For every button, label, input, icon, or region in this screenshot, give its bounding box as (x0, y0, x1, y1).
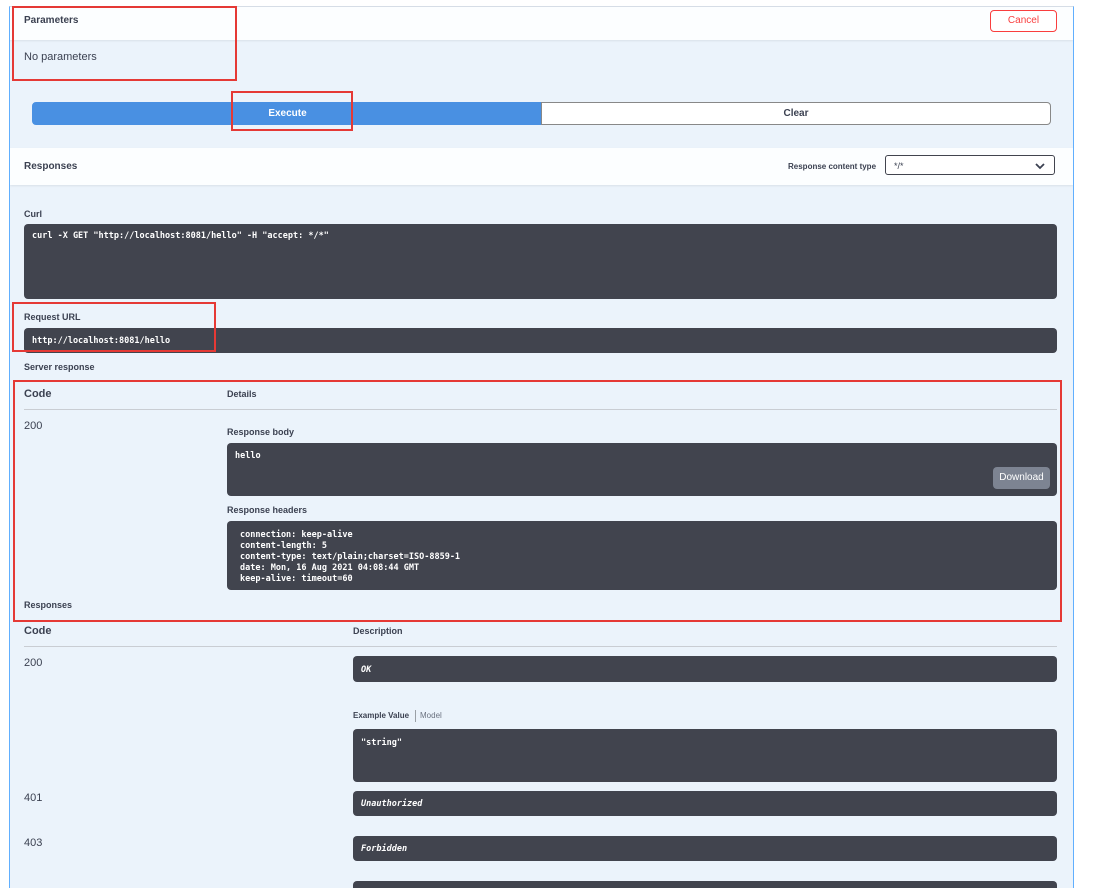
download-button[interactable]: Download (993, 467, 1050, 489)
response-headers-block[interactable]: connection: keep-alive content-length: 5… (227, 521, 1057, 590)
response-description-block: Forbidden (353, 836, 1057, 861)
response-content-type-select[interactable]: */* (885, 155, 1055, 175)
operation-panel: Parameters Cancel No parameters Execute … (9, 6, 1074, 888)
responses-code-header: Code (24, 625, 52, 637)
server-response-code: 200 (24, 420, 43, 432)
response-header-line: connection: keep-alive (240, 530, 353, 540)
no-parameters-text: No parameters (24, 51, 97, 63)
response-body-block[interactable]: hello (227, 443, 1057, 496)
server-response-details-header: Details (227, 389, 257, 399)
response-code-403: 403 (24, 837, 43, 849)
response-description-forbidden: Forbidden (361, 844, 408, 854)
server-response-label: Server response (24, 362, 95, 372)
request-url-value: http://localhost:8081/hello (32, 336, 171, 346)
tab-example-value[interactable]: Example Value (353, 711, 409, 720)
response-code-401: 401 (24, 792, 43, 804)
tab-model[interactable]: Model (420, 711, 442, 720)
response-header-line: date: Mon, 16 Aug 2021 04:08:44 GMT (240, 563, 420, 573)
response-description-block: Unauthorized (353, 791, 1057, 816)
response-body-text: hello (235, 451, 261, 461)
server-response-code-header: Code (24, 388, 52, 400)
execute-button[interactable]: Execute (32, 102, 543, 125)
example-value-text: "string" (361, 738, 402, 748)
request-url-label: Request URL (24, 312, 81, 322)
example-value-block[interactable]: "string" (353, 729, 1057, 782)
response-description-unauthorized: Unauthorized (361, 799, 423, 809)
response-code-200: 200 (24, 657, 43, 669)
chevron-down-icon (1035, 163, 1045, 170)
responses-title: Responses (24, 161, 78, 172)
responses-table-title: Responses (24, 600, 73, 610)
curl-command: curl -X GET "http://localhost:8081/hello… (32, 231, 329, 241)
response-header-line: content-type: text/plain;charset=ISO-885… (240, 552, 461, 562)
response-content-type-value: */* (894, 161, 904, 171)
responses-divider (24, 646, 1057, 647)
tab-divider (415, 710, 416, 722)
response-content-type-label: Response content type (788, 162, 877, 171)
response-header-line: keep-alive: timeout=60 (240, 574, 353, 584)
curl-code-block[interactable]: curl -X GET "http://localhost:8081/hello… (24, 224, 1057, 299)
parameters-header: Parameters Cancel (10, 7, 1073, 40)
response-description-ok: OK (361, 665, 372, 675)
response-headers-label: Response headers (227, 505, 308, 515)
response-description-block: OK (353, 656, 1057, 682)
server-response-divider (24, 409, 1057, 410)
request-url-block[interactable]: http://localhost:8081/hello (24, 328, 1057, 353)
responses-description-header: Description (353, 626, 403, 636)
response-body-label: Response body (227, 427, 295, 437)
clear-button[interactable]: Clear (541, 102, 1051, 125)
cancel-button[interactable]: Cancel (990, 10, 1057, 32)
curl-label: Curl (24, 209, 42, 219)
response-header-line: content-length: 5 (240, 541, 327, 551)
parameters-title: Parameters (24, 15, 79, 26)
